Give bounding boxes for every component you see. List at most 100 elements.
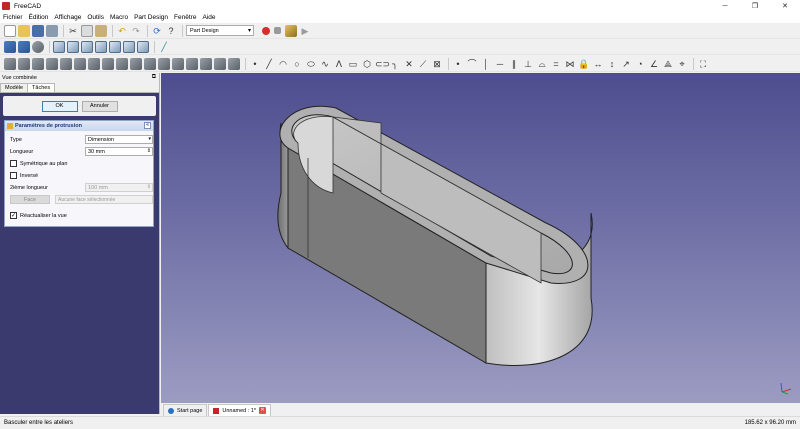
pad-icon[interactable] <box>130 57 142 70</box>
slot-icon[interactable]: ⊂⊃ <box>375 58 390 70</box>
cut-icon[interactable]: ✂ <box>67 25 79 37</box>
fillet-sketch-icon[interactable]: ╮ <box>389 58 401 70</box>
create-sketch-icon[interactable] <box>18 57 30 70</box>
constrain-tangent-icon[interactable]: ⌓ <box>536 58 548 70</box>
polyline-icon[interactable]: ᐱ <box>333 58 345 70</box>
tab-modele[interactable]: Modèle <box>0 83 29 92</box>
circle-icon[interactable]: ○ <box>291 58 303 70</box>
toggle-construction-icon[interactable]: ⌖ <box>676 58 688 70</box>
undock-icon[interactable]: ⧉ <box>152 74 156 81</box>
conic-icon[interactable]: ⬭ <box>305 58 317 70</box>
pad-parameters-header[interactable]: Paramètres de protrusion « <box>5 121 153 131</box>
constrain-lock-icon[interactable]: 🔒 <box>578 58 590 70</box>
maximize-button[interactable]: ❐ <box>740 0 770 12</box>
symmetric-row[interactable]: Symétrique au plan <box>10 158 148 169</box>
revolution-icon[interactable] <box>144 57 156 70</box>
constrain-angle-icon[interactable]: ∠ <box>648 58 660 70</box>
collapse-icon[interactable]: « <box>144 122 151 129</box>
create-body-icon[interactable] <box>4 57 16 70</box>
face-button[interactable]: Face <box>10 195 50 204</box>
measure-distance-icon[interactable]: ╱ <box>158 41 170 53</box>
bspline-icon[interactable]: ∿ <box>319 58 331 70</box>
line-icon[interactable]: ╱ <box>263 58 275 70</box>
constrain-vdistance-icon[interactable]: ↕ <box>606 58 618 70</box>
constrain-vertical-icon[interactable]: │ <box>480 58 492 70</box>
fit-all-icon[interactable] <box>4 40 16 53</box>
save-as-icon[interactable] <box>46 24 58 37</box>
pad-3d-model[interactable] <box>161 73 800 403</box>
menu-edition[interactable]: Édition <box>29 14 53 21</box>
map-sketch-icon[interactable] <box>46 57 58 70</box>
ok-button[interactable]: OK <box>41 100 78 112</box>
paste-icon[interactable] <box>95 24 107 37</box>
stop-macro-icon[interactable] <box>274 27 281 34</box>
run-macro-icon[interactable]: ▶ <box>299 25 311 37</box>
menu-fichier[interactable]: Fichier <box>3 14 27 21</box>
refresh-icon[interactable]: ⟳ <box>151 25 163 37</box>
menu-fenetre[interactable]: Fenêtre <box>174 14 200 21</box>
arc-icon[interactable]: ◠ <box>277 58 289 70</box>
external-geometry-icon[interactable]: ⊠ <box>431 58 443 70</box>
face-field[interactable]: Aucune face sélectionnée <box>55 195 153 204</box>
rectangle-icon[interactable]: ▭ <box>347 58 359 70</box>
type-select[interactable]: Dimension ▾ <box>85 135 153 144</box>
menu-part-design[interactable]: Part Design <box>134 14 172 21</box>
datum-line-icon[interactable] <box>74 57 86 70</box>
undo-icon[interactable]: ↶ <box>116 25 128 37</box>
copy-icon[interactable] <box>81 24 93 37</box>
groove-icon[interactable] <box>200 57 212 70</box>
reversed-row[interactable]: Inversé <box>10 170 148 181</box>
3d-viewport[interactable] <box>161 73 800 403</box>
refresh-checkbox[interactable]: ✓ <box>10 212 17 219</box>
extend-icon[interactable]: ⟋ <box>417 58 429 70</box>
second-length-input[interactable]: 100 mm ⇕ <box>85 183 153 192</box>
datum-plane-icon[interactable] <box>88 57 100 70</box>
constrain-equal-icon[interactable]: = <box>550 58 562 70</box>
fit-selection-icon[interactable] <box>18 40 30 53</box>
minimize-button[interactable]: ─ <box>710 0 740 12</box>
close-button[interactable]: ✕ <box>770 0 800 12</box>
bottom-view-icon[interactable] <box>123 40 135 53</box>
length-input[interactable]: 30 mm ⇕ <box>85 147 153 156</box>
whats-this-icon[interactable]: ? <box>165 25 177 37</box>
tab-taches[interactable]: Tâches <box>27 83 56 92</box>
left-view-icon[interactable] <box>137 40 149 53</box>
constrain-parallel-icon[interactable]: ∥ <box>508 58 520 70</box>
chamfer-icon[interactable] <box>228 57 240 70</box>
reversed-checkbox[interactable] <box>10 172 17 179</box>
close-tab-icon[interactable]: ✕ <box>259 407 267 414</box>
constrain-radius-icon[interactable]: ◔ <box>634 58 646 70</box>
clone-icon[interactable] <box>116 57 128 70</box>
point-icon[interactable]: • <box>249 58 261 70</box>
validate-sketch-icon[interactable] <box>32 57 44 70</box>
constrain-perpendicular-icon[interactable]: ⊥ <box>522 58 534 70</box>
symmetric-checkbox[interactable] <box>10 160 17 167</box>
new-file-icon[interactable] <box>4 24 16 37</box>
redo-icon[interactable]: ↷ <box>130 25 142 37</box>
tab-start-page[interactable]: Start page <box>163 404 208 416</box>
constrain-snell-icon[interactable]: ⟁ <box>662 58 674 70</box>
fillet-icon[interactable] <box>214 57 226 70</box>
front-view-icon[interactable] <box>67 40 79 53</box>
pocket-icon[interactable] <box>172 57 184 70</box>
right-view-icon[interactable] <box>95 40 107 53</box>
open-file-icon[interactable] <box>18 24 30 37</box>
edit-macro-icon[interactable] <box>285 24 297 37</box>
menu-macro[interactable]: Macro <box>110 14 132 21</box>
constrain-point-icon[interactable]: • <box>452 58 464 70</box>
menu-affichage[interactable]: Affichage <box>54 14 85 21</box>
tab-unnamed[interactable]: Unnamed : 1* ✕ <box>208 404 272 416</box>
constrain-symmetric-icon[interactable]: ⋈ <box>564 58 576 70</box>
hole-icon[interactable] <box>186 57 198 70</box>
constrain-coincident-icon[interactable]: ⌒ <box>466 58 478 70</box>
spinner-icon[interactable]: ⇕ <box>147 148 151 154</box>
menu-aide[interactable]: Aide <box>202 14 219 21</box>
top-view-icon[interactable] <box>81 40 93 53</box>
refresh-row[interactable]: ✓ Réactualiser la vue <box>10 210 148 221</box>
record-macro-icon[interactable] <box>262 26 270 35</box>
save-icon[interactable] <box>32 24 44 37</box>
shape-binder-icon[interactable] <box>102 57 114 70</box>
rear-view-icon[interactable] <box>109 40 121 53</box>
trim-icon[interactable]: ✕ <box>403 58 415 70</box>
workbench-selector[interactable]: Part Design ▾ <box>186 25 254 36</box>
